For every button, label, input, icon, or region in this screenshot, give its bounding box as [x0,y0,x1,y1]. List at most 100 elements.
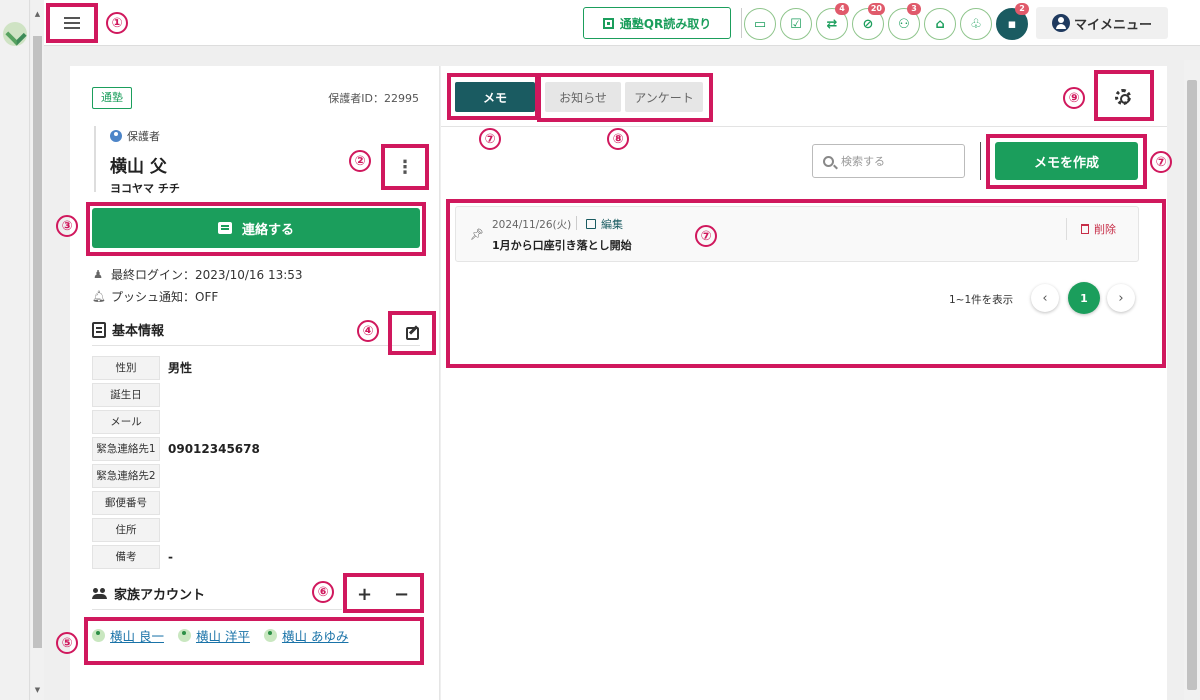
badge-count: 4 [835,3,849,15]
family-member-name: 横山 洋平 [195,629,250,644]
annotation-marker: ⑦ [479,128,501,150]
family-member-name: 横山 良一 [110,629,164,644]
prev-page-button[interactable]: ‹ [1031,284,1059,312]
scroll-up-icon[interactable]: ▲ [33,10,42,18]
info-row: 郵便番号 [92,489,260,516]
scroll-down-icon[interactable]: ▼ [33,686,42,694]
memo-delete-button[interactable]: 削除 [1066,218,1116,240]
info-label: 郵便番号 [92,490,160,515]
family-member-link[interactable]: 横山 あゆみ [263,626,349,645]
pin-icon[interactable]: 📌︎ [470,228,484,241]
remove-family-button[interactable]: − [394,584,409,605]
tab-notices[interactable]: お知らせ [545,82,621,112]
add-family-button[interactable]: + [357,584,372,605]
annotation-marker: ④ [357,320,379,342]
chat-bubble-icon [217,222,232,234]
search-placeholder: 検索する [841,155,885,168]
edit-basic-info-button[interactable] [390,314,434,352]
annotation-marker: ⑧ [607,128,629,150]
top-bar: 通塾QR読み取り ▭ ☑ ⇄ 4 ⊘ 20 ⚇ 3 ⌂ ♧ ▪ 2 マイメニュー [44,0,1200,46]
memo-date: 2024/11/26(火) [492,219,572,231]
search-icon [823,155,834,167]
info-label: 緊急連絡先1 [92,436,160,461]
user-account-icon [1051,14,1070,32]
tab-survey[interactable]: アンケート [625,82,703,112]
edit-icon [405,326,419,340]
contact-button[interactable]: 連絡する [92,208,420,248]
role-line: 保護者 [110,128,374,144]
info-row: メール [92,408,260,435]
transfer-arrows-icon[interactable]: ⇄ 4 [816,3,849,40]
person-icon [110,130,122,142]
current-page-button[interactable]: 1 [1068,282,1100,314]
memo-edit-button[interactable]: 編集 [586,216,623,232]
info-row: 備考 - [92,543,260,570]
last-login: ♟ 最終ログイン：2023/10/16 13:53 [92,266,303,283]
checklist-icon[interactable]: ☑ [780,8,812,40]
info-label: 緊急連絡先2 [92,463,160,488]
my-menu-button[interactable]: マイメニュー [1036,7,1168,39]
school-building-icon[interactable]: ⌂ [924,8,956,40]
role-label: 保護者 [127,130,160,143]
info-row: 緊急連絡先1 09012345678 [92,435,260,462]
memo-item: 📌︎ 2024/11/26(火) 編集 1月から口座引き落とし開始 削除 [455,206,1139,262]
tab-memo[interactable]: メモ [455,82,535,112]
qr-scan-button[interactable]: 通塾QR読み取り [583,7,731,39]
gift-icon[interactable]: ♧ [960,8,992,40]
badge-count: 3 [907,3,921,15]
annotation-marker: ③ [56,215,78,237]
status-badge: 通塾 [92,87,132,109]
badge-count: 2 [1015,3,1029,15]
family-title: 家族アカウント [114,588,206,603]
last-login-text: 最終ログイン：2023/10/16 13:53 [111,268,303,282]
info-row: 性別 男性 [92,354,260,381]
info-label: 備考 [92,544,160,569]
app-sidebar [0,0,30,700]
scrollbar-thumb[interactable] [1187,80,1197,690]
push-text: プッシュ通知：OFF [111,290,219,304]
message-icon[interactable]: ▭ [744,8,776,40]
annotation-marker: ⑥ [312,581,334,603]
topbar-icon-group: ▭ ☑ ⇄ 4 ⊘ 20 ⚇ 3 ⌂ ♧ ▪ 2 [744,3,1029,40]
next-page-button[interactable]: › [1107,284,1135,312]
family-member-link[interactable]: 横山 洋平 [177,626,250,645]
push-notification: 🔔︎ プッシュ通知：OFF [92,288,218,305]
memo-edit-label: 編集 [601,218,623,231]
info-label: 誕生日 [92,382,160,407]
group-icon[interactable]: ⚇ 3 [888,3,921,40]
memo-panel: メモ お知らせ アンケート 検索する メモを作成 📌︎ 2024/11/26(火… [441,66,1167,700]
toolbar-divider [980,142,981,180]
basic-info-table: 性別 男性 誕生日 メール 緊急連絡先1 09012345678 緊急連絡先2 郵便… [92,354,260,570]
info-value: 09012345678 [168,441,260,456]
family-member-link[interactable]: 横山 良一 [92,626,164,645]
person-icon [177,629,191,642]
right-scrollbar[interactable] [1184,60,1200,700]
app-logo-icon[interactable] [3,22,27,46]
guardian-card: 保護者 横山 父 ヨコヤマ チチ [94,126,374,195]
annotation-marker: ② [349,150,371,172]
info-label: メール [92,409,160,434]
annotation-marker: ⑦ [1150,151,1172,173]
create-memo-button[interactable]: メモを作成 [995,142,1138,180]
more-options-button[interactable]: ⋮ [383,146,427,188]
family-member-name: 横山 あゆみ [281,629,349,644]
annotation-marker: ① [106,12,128,34]
info-row: 緊急連絡先2 [92,462,260,489]
my-menu-label: マイメニュー [1073,17,1152,33]
memo-text: 1月から口座引き落とし開始 [492,239,632,252]
qr-scan-label: 通塾QR読み取り [619,16,712,31]
bell-icon: 🔔︎ [92,290,106,303]
pager-summary: 1~1件を表示 [949,294,1014,306]
chat-icon[interactable]: ▪ 2 [996,3,1029,40]
settings-button[interactable] [1099,76,1147,118]
scrollbar-thumb[interactable] [33,36,42,648]
family-icon [92,587,108,600]
hamburger-menu-button[interactable] [47,4,97,42]
annotation-marker: ⑨ [1063,87,1085,109]
memo-delete-label: 削除 [1094,223,1116,236]
search-input[interactable]: 検索する [812,144,965,178]
annotation-marker: ⑦ [695,225,717,247]
absence-icon[interactable]: ⊘ 20 [852,3,885,40]
badge-count: 20 [867,3,885,15]
left-scrollbar[interactable]: ▲ ▼ [31,0,44,700]
